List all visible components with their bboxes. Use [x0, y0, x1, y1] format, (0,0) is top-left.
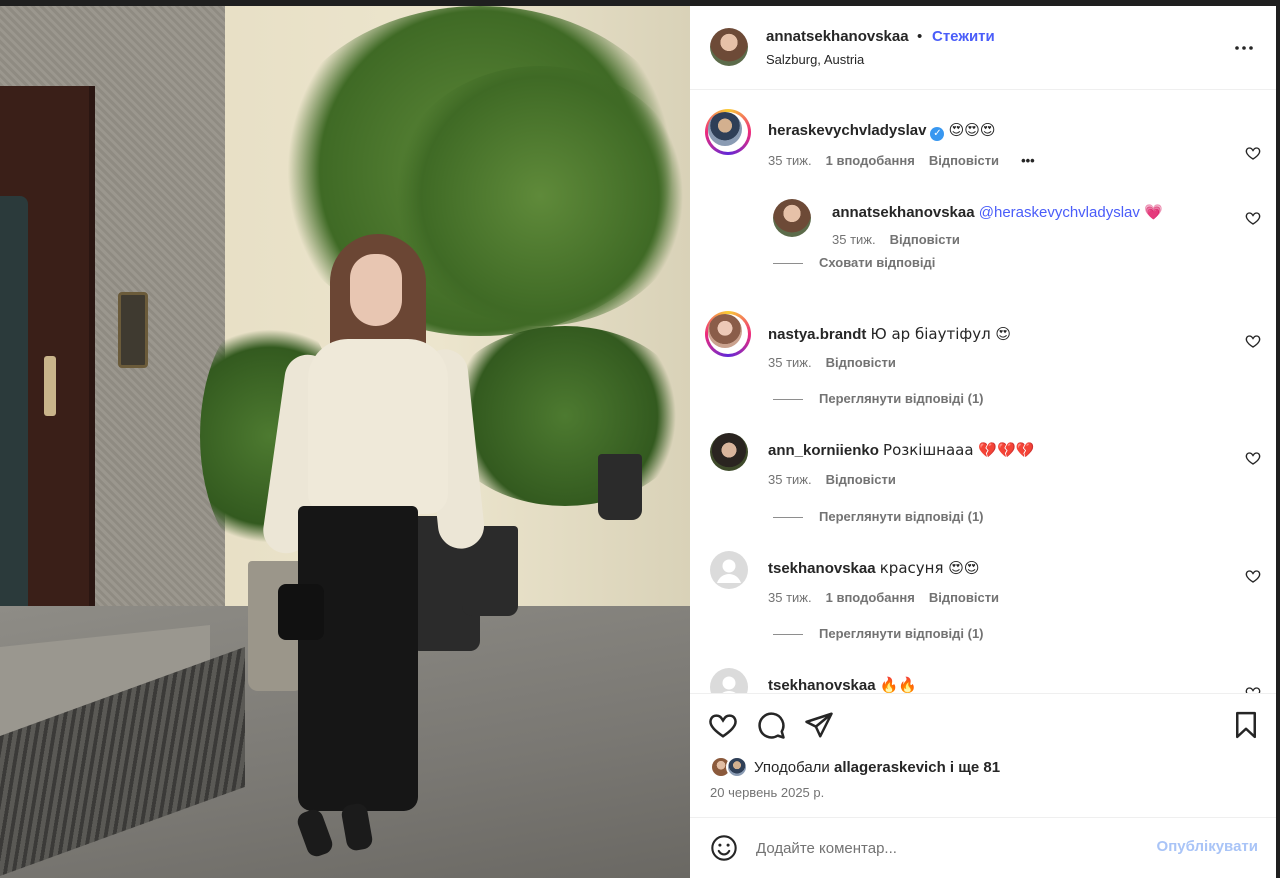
separator-dot: •: [917, 28, 923, 45]
view-replies-button[interactable]: Переглянути відповіді (1): [773, 626, 984, 641]
share-paper-plane-icon[interactable]: [804, 710, 834, 740]
commenter-avatar[interactable]: [773, 199, 811, 237]
comment-username[interactable]: ann_korniienko: [768, 442, 879, 459]
action-bar: [690, 693, 1276, 823]
comment-body: 😍😍😍: [948, 121, 996, 139]
story-ring[interactable]: [705, 109, 751, 155]
verified-badge-icon: ✓: [930, 127, 945, 141]
reply-button[interactable]: Відповісти: [890, 232, 960, 247]
heart-outline-icon[interactable]: [1245, 450, 1261, 466]
comment-username[interactable]: heraskevychvladyslav: [768, 122, 926, 139]
commenter-avatar[interactable]: [710, 433, 748, 471]
comment-age[interactable]: 35 тиж.: [832, 232, 876, 247]
comment-text: nastya.brandt Ю ар біаутіфул 😍: [768, 325, 1011, 343]
person-feet: [294, 802, 380, 860]
reply-button[interactable]: Відповісти: [826, 355, 896, 370]
photo-door-glass: [0, 196, 28, 676]
post-panel: annatsekhanovskaa • Стежити Salzburg, Au…: [690, 6, 1276, 878]
comment-bubble-icon[interactable]: [756, 710, 786, 740]
post-header: annatsekhanovskaa • Стежити Salzburg, Au…: [690, 6, 1276, 90]
person-blouse: [308, 339, 448, 514]
default-avatar-icon[interactable]: [710, 551, 748, 589]
likes-prefix: Уподобали: [754, 759, 830, 776]
comment-username[interactable]: annatsekhanovskaa: [832, 204, 975, 221]
comment-age[interactable]: 35 тиж.: [768, 472, 812, 487]
comment-text: tsekhanovskaa 🔥🔥: [768, 676, 917, 693]
comment-username[interactable]: nastya.brandt: [768, 326, 866, 343]
heart-outline-icon[interactable]: [1245, 685, 1261, 693]
heart-outline-icon[interactable]: [1245, 210, 1261, 226]
comment-text: ann_korniienko Розкішнааа 💔💔💔: [768, 441, 1034, 459]
commenter-avatar[interactable]: [708, 314, 742, 348]
comment-age[interactable]: 35 тиж.: [768, 355, 812, 370]
liker-avatar: [726, 756, 748, 778]
likes-suffix[interactable]: і ще 81: [950, 759, 1000, 776]
comment-body: 🔥🔥: [879, 676, 918, 693]
person-bag: [278, 584, 324, 640]
comment-meta: 35 тиж. 1 вподобання Відповісти: [768, 590, 1013, 605]
person-face: [350, 254, 402, 326]
comment-likes[interactable]: 1 вподобання: [826, 153, 915, 168]
hide-replies-button[interactable]: Сховати відповіді: [773, 255, 935, 270]
comment-body: 💗: [1144, 203, 1163, 221]
comment-meta: 35 тиж. Відповісти: [832, 232, 974, 247]
comment-composer: Опублікувати: [690, 817, 1276, 878]
heart-outline-icon[interactable]: [1245, 333, 1261, 349]
likes-summary: Уподобали allageraskevich і ще 81: [754, 759, 1000, 776]
bookmark-icon[interactable]: [1231, 710, 1261, 740]
comment-age[interactable]: 35 тиж.: [768, 590, 812, 605]
default-avatar-icon[interactable]: [710, 668, 748, 693]
comment-body: Розкішнааа 💔💔💔: [883, 441, 1035, 459]
comment-input[interactable]: [756, 836, 1136, 860]
comment-text: tsekhanovskaa красуня 😍😍: [768, 559, 980, 577]
more-horizontal-icon[interactable]: [1232, 36, 1256, 60]
comment-meta: 35 тиж. 1 вподобання Відповісти •••: [768, 153, 1049, 168]
comment-meta: 35 тиж. Відповісти: [768, 355, 910, 370]
view-replies-button[interactable]: Переглянути відповіді (1): [773, 509, 984, 524]
comment-options-button[interactable]: •••: [1021, 153, 1035, 168]
reply-button[interactable]: Відповісти: [826, 472, 896, 487]
photo-intercom: [118, 292, 148, 368]
post-photo[interactable]: [0, 6, 690, 878]
heart-outline-icon[interactable]: [1245, 568, 1261, 584]
comment-username[interactable]: tsekhanovskaa: [768, 560, 876, 577]
comment-text: heraskevychvladyslav ✓ 😍😍😍: [768, 121, 996, 141]
comment-body: Ю ар біаутіфул 😍: [870, 325, 1012, 343]
view-replies-button[interactable]: Переглянути відповіді (1): [773, 391, 984, 406]
story-ring[interactable]: [705, 311, 751, 357]
comment-age[interactable]: 35 тиж.: [768, 153, 812, 168]
photo-door-handle: [44, 356, 56, 416]
comment-mention[interactable]: @heraskevychvladyslav: [979, 204, 1140, 221]
comment-body: красуня 😍😍: [879, 559, 980, 577]
emoji-smile-icon[interactable]: [710, 834, 738, 862]
person-skirt: [298, 506, 418, 811]
comments-list[interactable]: heraskevychvladyslav ✓ 😍😍😍 35 тиж. 1 вподо…: [690, 91, 1276, 693]
likers-avatars[interactable]: [710, 756, 750, 780]
comment-username[interactable]: tsekhanovskaa: [768, 677, 876, 693]
post-date[interactable]: 20 червень 2025 р.: [710, 785, 824, 800]
comment-text: annatsekhanovskaa @heraskevychvladyslav …: [832, 203, 1163, 221]
reply-button[interactable]: Відповісти: [929, 590, 999, 605]
photo-person: [260, 234, 487, 874]
author-avatar[interactable]: [710, 28, 748, 66]
commenter-avatar[interactable]: [708, 112, 742, 146]
liker-username[interactable]: allageraskevich: [834, 759, 946, 776]
heart-outline-icon[interactable]: [1245, 145, 1261, 161]
photo-pot-4: [598, 454, 642, 520]
reply-button[interactable]: Відповісти: [929, 153, 999, 168]
comment-likes[interactable]: 1 вподобання: [826, 590, 915, 605]
author-username[interactable]: annatsekhanovskaa: [766, 28, 909, 45]
follow-button[interactable]: Стежити: [932, 28, 995, 45]
post-location[interactable]: Salzburg, Austria: [766, 52, 864, 67]
comment-meta: 35 тиж. Відповісти: [768, 472, 910, 487]
post-comment-button[interactable]: Опублікувати: [1157, 838, 1258, 855]
like-heart-icon[interactable]: [708, 710, 738, 740]
photo-door: [0, 86, 95, 676]
